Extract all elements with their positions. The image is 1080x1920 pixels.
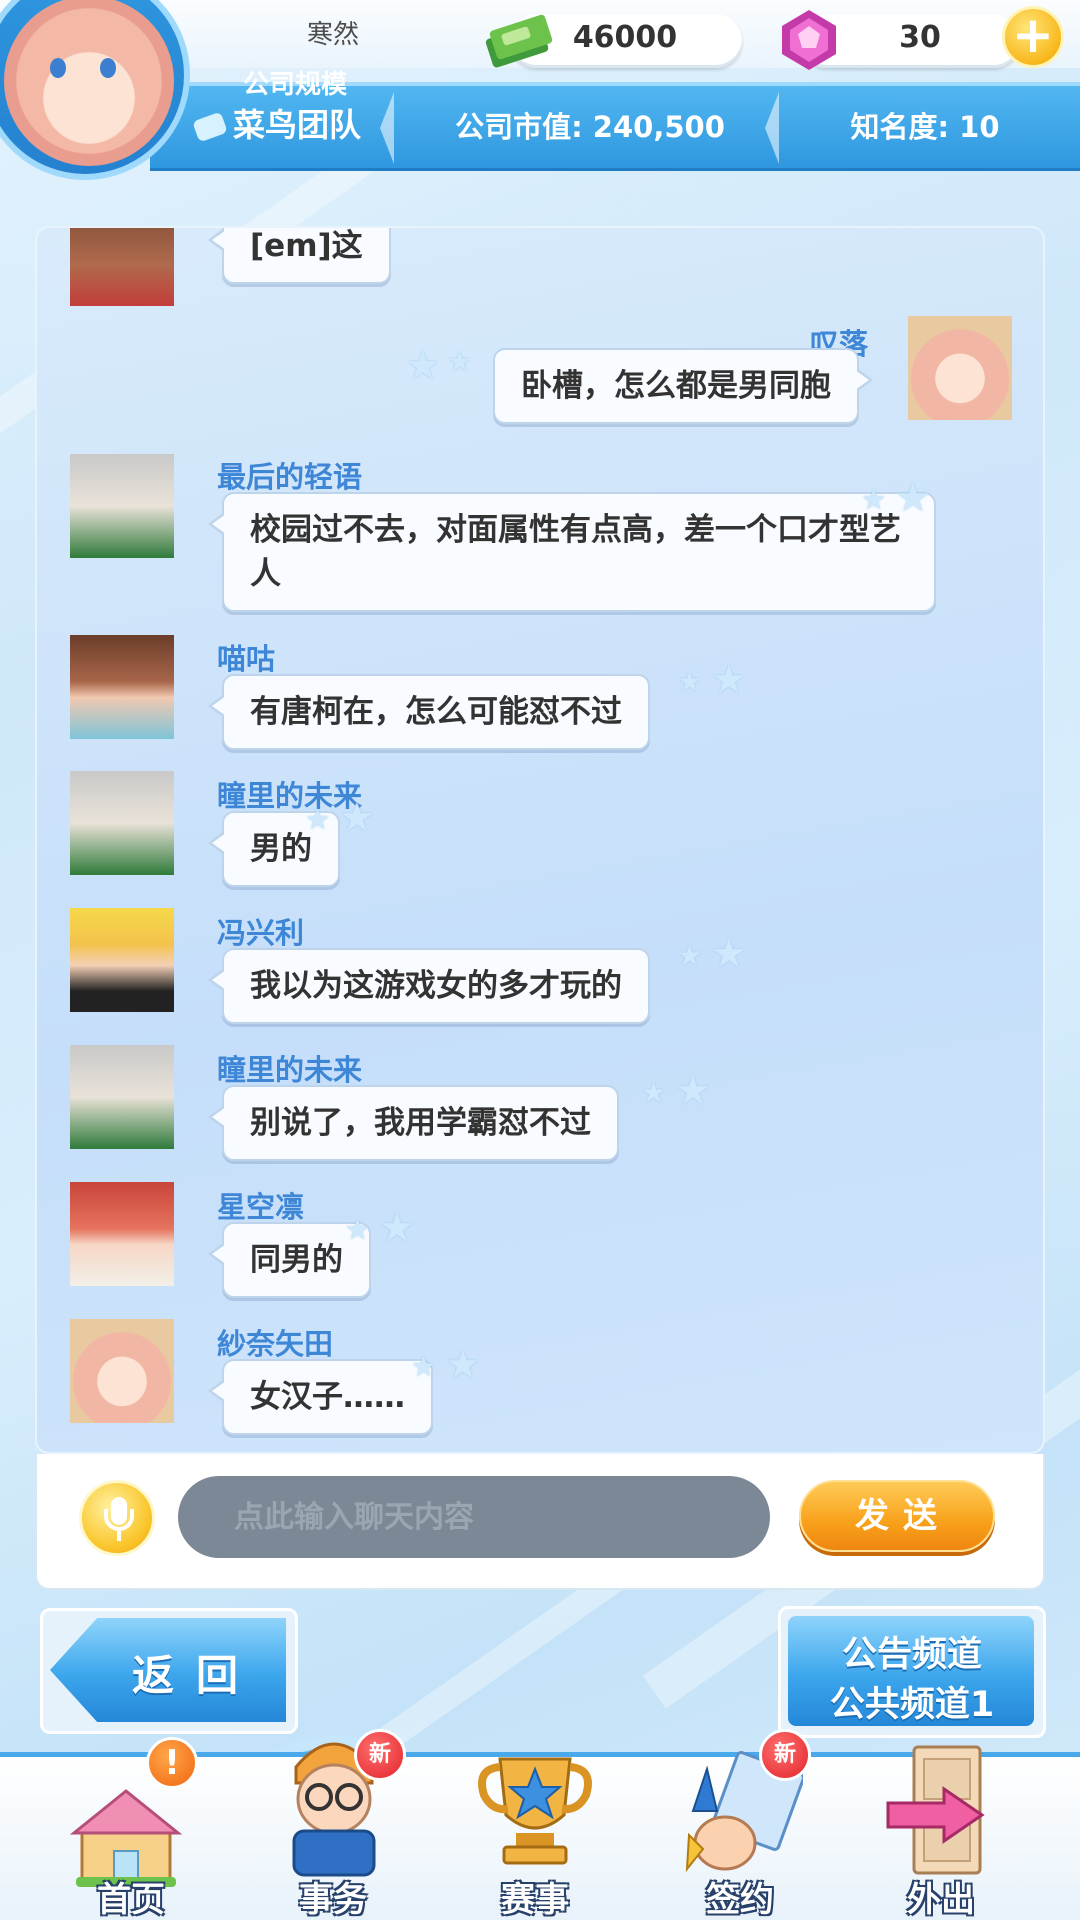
message-bubble: 女汉子…… [208,1359,433,1435]
sender-avatar[interactable] [70,635,174,739]
send-button[interactable]: 发送 [799,1480,995,1552]
nav-outing-label: 外出 [907,1880,975,1920]
self-avatar[interactable] [908,316,1012,420]
bubble-star-decoration: ★ [675,1068,711,1114]
player-name: 寒然 [306,20,359,50]
sender-avatar[interactable] [70,1319,174,1423]
company-scale-text: 菜鸟团队 [233,106,362,144]
bubble-star-decoration: ★ [411,1350,437,1383]
message-bubble: 别说了，我用学霸怼不过 [208,1085,619,1161]
trophy-icon [478,1757,592,1865]
bubble-star-decoration: ★ [305,803,331,836]
public-channel-label: 公共频道1 [829,1685,995,1725]
home-alert-badge: ! [146,1737,198,1789]
bubble-star-decoration: ★ [447,345,473,378]
sender-name: 星空凛 [217,1190,305,1224]
sender-avatar[interactable] [70,454,174,558]
message-bubble: 卧槽，怎么都是男同胞 [493,348,873,424]
nav-competition-label: 赛事 [501,1880,569,1920]
sender-avatar[interactable] [70,228,174,306]
bubble-star-decoration: ★ [711,657,747,703]
nav-home[interactable]: ! 首页 [56,1737,206,1920]
door-exit-icon [886,1745,985,1875]
back-button-label: 返回 [132,1651,261,1700]
message-bubble: [em]这 [208,228,391,284]
add-gems-button[interactable]: + [1002,6,1064,68]
channel-switch-button[interactable]: 公告频道 公共频道1 [778,1606,1046,1738]
company-scale-label: 公司规模 [242,70,347,100]
avatar-eye [100,58,116,78]
affairs-new-badge: 新 [354,1729,406,1781]
gem-amount: 30 [899,20,941,55]
diamond-icon [782,10,836,70]
voice-input-button[interactable] [79,1480,155,1556]
microphone-base [117,1531,121,1541]
sender-name: 紗奈矢田 [217,1327,334,1361]
bubble-star-decoration: ★ [445,1342,481,1388]
bubble-star-decoration: ★ [379,1205,415,1251]
chat-text-input[interactable] [178,1476,770,1558]
nav-contract-label: 签约 [706,1880,774,1920]
nav-competition[interactable]: 赛事 [460,1757,610,1920]
chat-message-list[interactable]: [em]这 叹落 卧槽，怎么都是男同胞 ★ ★ 最后的轻语 校园过不去，对面属性… [35,226,1045,1454]
contract-new-badge: 新 [759,1729,811,1781]
message-bubble: 有唐柯在，怎么可能怼不过 [208,674,650,750]
bubble-star-decoration: ★ [345,1213,371,1246]
nav-outing[interactable]: 外出 [866,1745,1016,1920]
microphone-stand [104,1509,134,1531]
bottom-navigation: ! 首页 新 事务 赛事 新 签约 外出 [0,1729,1080,1920]
market-value: 公司市值: 240,500 [455,110,725,144]
message-bubble: 我以为这游戏女的多才玩的 [208,948,650,1024]
sender-name: 喵咕 [217,642,276,676]
chat-input-bar: 发送 [35,1454,1045,1590]
bubble-star-decoration: ★ [677,665,703,698]
bubble-star-decoration: ★ [641,1076,667,1109]
bubble-star-decoration: ★ [861,483,887,516]
avatar-eye [50,58,66,78]
sender-avatar[interactable] [70,908,174,1012]
player-avatar-face [4,0,174,166]
bubble-star-decoration: ★ [711,931,747,977]
company-scale-value: 菜鸟团队 [192,100,395,146]
sender-avatar[interactable] [70,771,174,875]
fame-value: 知名度: 10 [850,110,1000,144]
sender-name: 瞳里的未来 [217,1053,363,1087]
bubble-star-decoration: ★ [677,939,703,972]
message-bubble: 校园过不去，对面属性有点高，差一个口才型艺人 [208,492,936,612]
nav-affairs[interactable]: 新 事务 [258,1729,408,1920]
money-amount: 46000 [572,20,678,55]
sender-name: 最后的轻语 [217,460,363,494]
top-header: 寒然 公司规模 菜鸟团队 公司市值: 240,500 知名度: 10 46000… [0,0,1080,180]
scale-gem-icon [192,111,228,143]
back-button[interactable]: 返回 [40,1608,298,1734]
sender-avatar[interactable] [70,1182,174,1286]
announcement-channel-label: 公告频道 [841,1635,982,1675]
sender-avatar[interactable] [70,1045,174,1149]
bubble-star-decoration: ★ [339,795,375,841]
cash-icon [485,14,553,68]
bubble-star-decoration: ★ [405,343,441,389]
nav-home-label: 首页 [97,1880,165,1920]
sender-name: 冯兴利 [217,916,305,950]
nav-contract[interactable]: 新 签约 [665,1729,815,1920]
bubble-star-decoration: ★ [895,475,931,521]
nav-affairs-label: 事务 [299,1880,367,1920]
